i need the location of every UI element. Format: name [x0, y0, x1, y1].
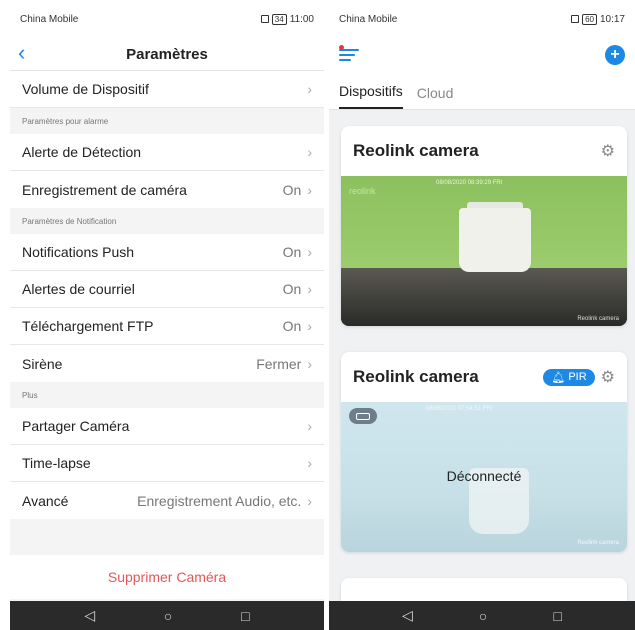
- section-alarm-settings: Paramètres pour alarme: [10, 108, 324, 134]
- row-value: On: [282, 318, 302, 334]
- camera-card[interactable]: Reolink camera 🔔︎ PIR ⚙ 08/08/2020 07:54…: [341, 352, 627, 552]
- tab-bar: Dispositifs Cloud: [329, 72, 635, 110]
- chevron-right-icon: ›: [307, 244, 312, 260]
- carrier-label: China Mobile: [20, 13, 79, 25]
- row-detection-alert[interactable]: Alerte de Détection ›: [10, 134, 324, 171]
- gear-icon[interactable]: ⚙: [601, 367, 615, 387]
- row-ftp-upload[interactable]: Téléchargement FTP On ›: [10, 308, 324, 345]
- notification-dot: [339, 45, 344, 50]
- row-value: Fermer: [256, 355, 302, 372]
- chevron-right-icon: ›: [307, 281, 312, 297]
- preview-timestamp: 08/08/2020 07:54:51 FRI: [426, 406, 493, 412]
- camera-preview[interactable]: reolink 08/08/2020 08:39:29 FRI Reolink …: [341, 176, 627, 326]
- menu-icon[interactable]: [339, 45, 359, 62]
- clock-label: 11:00: [289, 13, 314, 25]
- spacer: [10, 519, 324, 555]
- row-value: On: [282, 181, 302, 198]
- chevron-right-icon: ›: [307, 144, 312, 160]
- system-nav-bar: ◁ ○ □: [10, 601, 324, 630]
- chevron-right-icon: ›: [307, 492, 312, 509]
- bell-icon: 🔔︎: [551, 371, 566, 384]
- nav-back-icon[interactable]: ◁: [84, 607, 95, 624]
- row-label: Alertes de courriel: [22, 281, 135, 297]
- gear-icon[interactable]: ⚙: [601, 141, 615, 161]
- nav-home-icon[interactable]: ○: [479, 608, 487, 624]
- carrier-label: China Mobile: [339, 13, 398, 25]
- row-share-camera[interactable]: Partager Caméra ›: [10, 408, 324, 445]
- chevron-right-icon: ›: [307, 81, 312, 97]
- row-label: Enregistrement de caméra: [22, 181, 187, 198]
- devices-screen: China Mobile 60 10:17 + Dispositifs Clou…: [329, 0, 635, 630]
- status-icons: 60 10:17: [571, 13, 625, 25]
- battery-status-icon: [349, 408, 377, 424]
- back-arrow-icon[interactable]: ‹: [18, 41, 25, 65]
- row-label: Partager Caméra: [22, 418, 130, 434]
- preview-watermark: Reolink camera: [577, 540, 619, 546]
- camera-name: Reolink camera: [353, 141, 479, 160]
- system-nav-bar: ◁ ○ □: [329, 601, 635, 630]
- row-value: On: [282, 244, 302, 260]
- chevron-right-icon: ›: [307, 318, 312, 334]
- row-time-lapse[interactable]: Time-lapse ›: [10, 445, 324, 482]
- tab-cloud[interactable]: Cloud: [417, 85, 454, 109]
- preview-timestamp: 08/08/2020 08:39:29 FRI: [436, 180, 503, 186]
- row-camera-recording[interactable]: Enregistrement de caméra On ›: [10, 171, 324, 208]
- row-label: Sirène: [22, 355, 63, 372]
- row-label: Téléchargement FTP: [22, 318, 154, 334]
- section-notification-settings: Paramètres de Notification: [10, 208, 324, 234]
- tab-devices[interactable]: Dispositifs: [339, 83, 403, 109]
- row-value: On: [282, 281, 302, 297]
- nav-home-icon[interactable]: ○: [164, 608, 172, 624]
- chevron-right-icon: ›: [307, 181, 312, 198]
- section-more: Plus: [10, 382, 324, 408]
- battery-icon: 34: [271, 13, 287, 25]
- pir-badge[interactable]: 🔔︎ PIR: [543, 368, 595, 386]
- camera-card-header: Reolink camera ⚙: [341, 126, 627, 176]
- preview-object: [459, 208, 531, 272]
- battery-icon: 60: [582, 13, 597, 25]
- preview-watermark: Reolink camera: [577, 316, 619, 322]
- camera-preview[interactable]: 08/08/2020 07:54:51 FRI Déconnecté Reoli…: [341, 402, 627, 552]
- row-label: Notifications Push: [22, 244, 135, 260]
- chevron-right-icon: ›: [307, 455, 312, 471]
- camera-card[interactable]: Reolink camera ⚙ reolink 08/08/2020 08:3…: [341, 126, 627, 326]
- add-device-button[interactable]: +: [605, 45, 625, 65]
- row-label: Time-lapse: [22, 455, 91, 471]
- row-device-volume[interactable]: Volume de Dispositif ›: [10, 71, 324, 108]
- status-bar: China Mobile 34 11:00: [10, 0, 324, 38]
- signal-icon: [260, 15, 269, 23]
- chevron-right-icon: ›: [307, 355, 312, 372]
- settings-header: ‹ Paramètres: [10, 38, 324, 70]
- row-advanced[interactable]: Avancé Enregistrement Audio, etc. ›: [10, 482, 324, 519]
- nav-recents-icon[interactable]: □: [241, 608, 249, 624]
- nav-back-icon[interactable]: ◁: [402, 607, 413, 624]
- chevron-right-icon: ›: [307, 418, 312, 434]
- status-icons: 34 11:00: [260, 13, 314, 25]
- connection-status: Déconnecté: [446, 468, 522, 484]
- settings-screen: China Mobile 34 11:00 ‹ Paramètres Volum…: [10, 0, 324, 630]
- page-title: Paramètres: [126, 45, 208, 63]
- status-bar: China Mobile 60 10:17: [329, 0, 635, 38]
- row-siren[interactable]: Sirène Fermer ›: [10, 345, 324, 382]
- nav-recents-icon[interactable]: □: [553, 608, 561, 624]
- row-label: Volume de Dispositif: [22, 81, 149, 97]
- row-push-notifications[interactable]: Notifications Push On ›: [10, 234, 324, 271]
- camera-name: Reolink camera: [353, 367, 479, 386]
- pir-label: PIR: [568, 371, 587, 383]
- row-label: Avancé: [22, 492, 69, 509]
- row-value: Enregistrement Audio, etc.: [137, 492, 302, 509]
- row-label: Alerte de Détection: [22, 144, 142, 160]
- camera-card-header: Reolink camera 🔔︎ PIR ⚙: [341, 352, 627, 402]
- devices-topbar: +: [329, 38, 635, 72]
- row-email-alerts[interactable]: Alertes de courriel On ›: [10, 271, 324, 308]
- clock-label: 10:17: [599, 13, 625, 25]
- delete-camera-button[interactable]: Supprimer Caméra: [10, 555, 324, 599]
- signal-icon: [571, 15, 580, 23]
- preview-overlay-text: reolink: [349, 186, 376, 196]
